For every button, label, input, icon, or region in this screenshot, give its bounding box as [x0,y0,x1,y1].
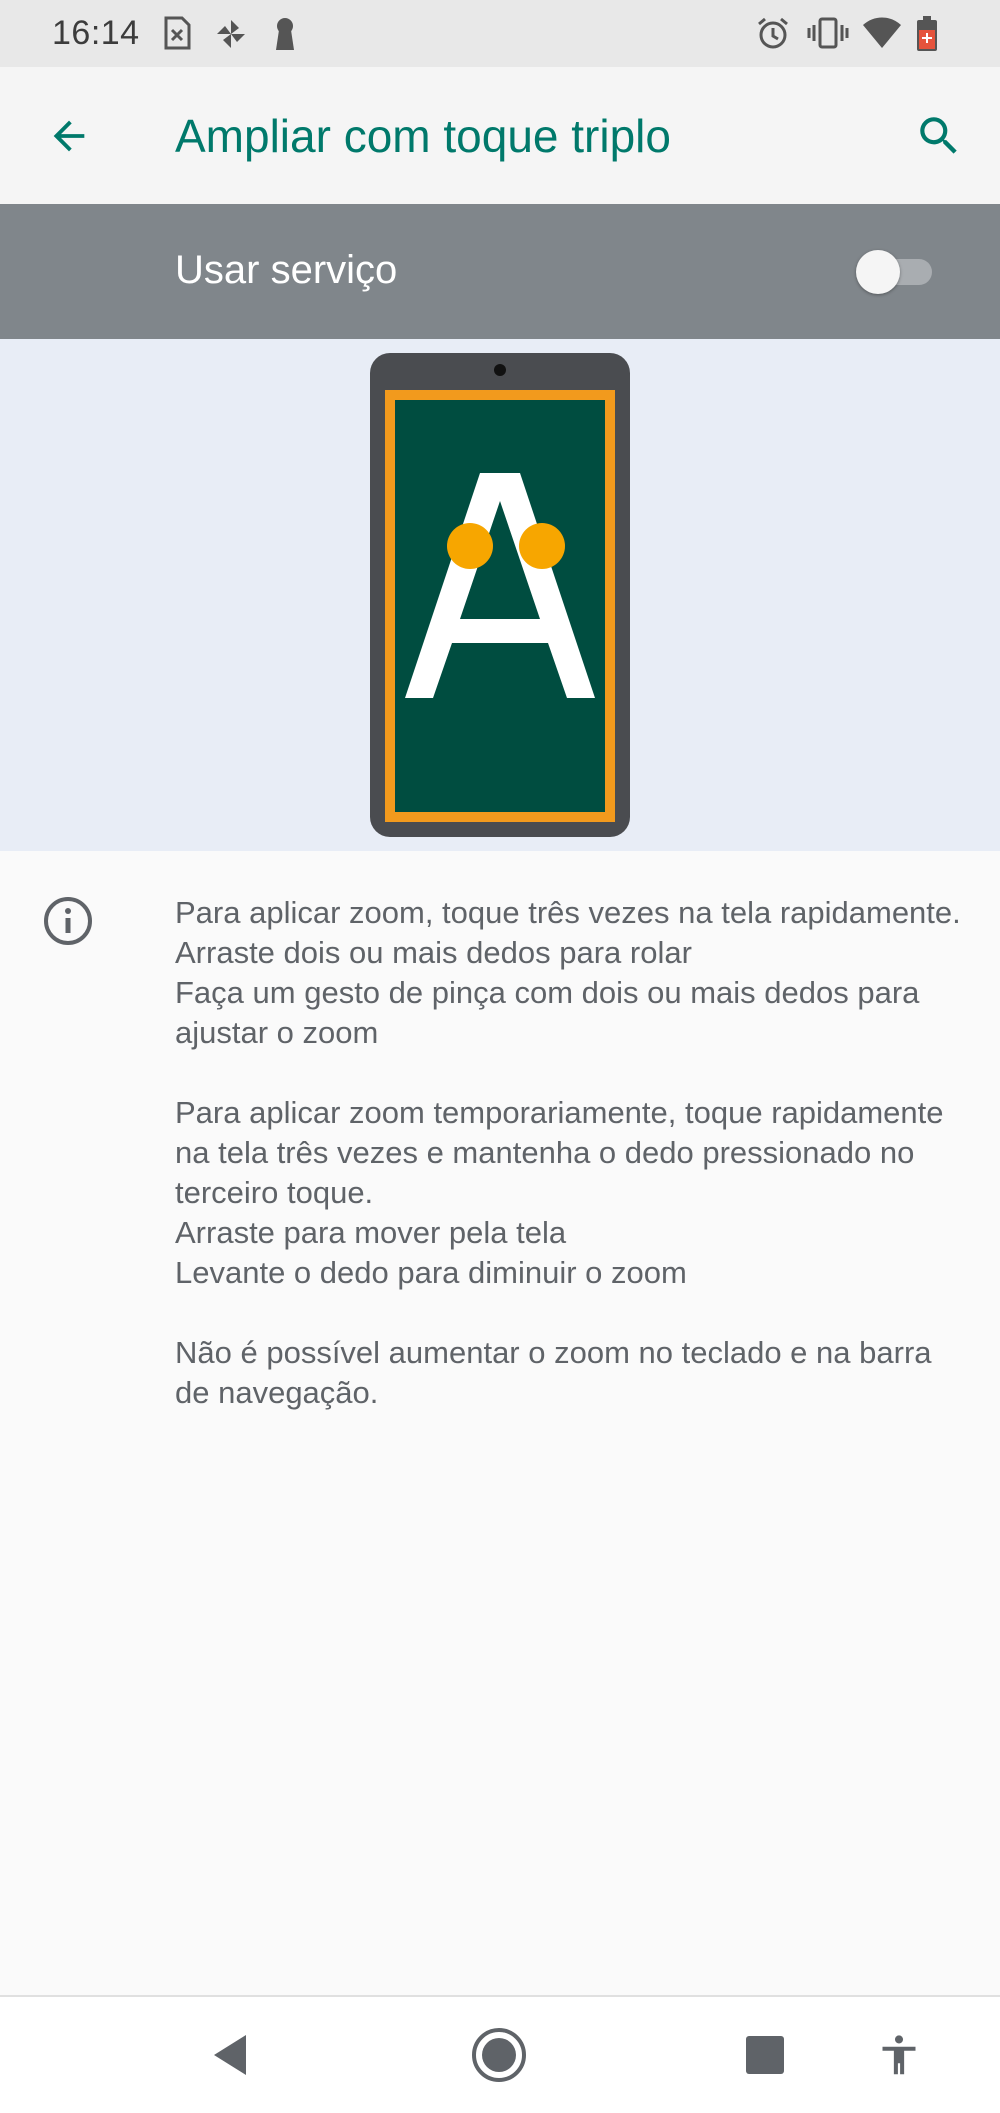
wifi-icon [862,16,902,55]
battery-icon [916,16,938,57]
instruction-line: Para aplicar zoom, toque três vezes na t… [175,895,961,930]
nav-home-button[interactable] [467,2023,531,2087]
instruction-paragraph: Para aplicar zoom temporariamente, toque… [175,1093,965,1293]
nav-accessibility-button[interactable] [867,2023,931,2087]
instruction-line: Arraste dois ou mais dedos para rolar [175,935,692,970]
instruction-line: Arraste para mover pela tela [175,1215,567,1250]
home-circle-icon [472,2028,526,2082]
pinwheel-icon [213,16,249,57]
toggle-thumb [856,250,900,294]
page-title: Ampliar com toque triplo [175,110,671,162]
navigation-bar [0,1995,1000,2113]
nav-back-button[interactable] [198,2023,262,2087]
app-bar: Ampliar com toque triplo [0,67,1000,204]
instruction-line: Levante o dedo para diminuir o zoom [175,1255,687,1290]
tap-dot-icon [447,523,493,569]
instruction-line: Faça um gesto de pinça com dois ou mais … [175,975,920,1050]
sim-icon [163,16,191,55]
accessibility-icon [882,2035,916,2075]
instructions-text: Para aplicar zoom, toque três vezes na t… [175,893,965,1453]
back-triangle-icon [214,2035,246,2075]
nav-recents-button[interactable] [733,2023,797,2087]
instruction-paragraph: Para aplicar zoom, toque três vezes na t… [175,893,965,1053]
instruction-line: Não é possível aumentar o zoom no teclad… [175,1335,932,1410]
recents-square-icon [746,2036,784,2074]
tap-dot-icon [519,523,565,569]
search-icon [920,117,957,154]
instruction-paragraph: Não é possível aumentar o zoom no teclad… [175,1333,965,1413]
alarm-icon [756,16,790,55]
keyhole-icon [272,16,298,57]
use-service-bar[interactable]: Usar serviço [0,204,1000,339]
vibrate-icon [806,16,850,55]
search-button[interactable] [904,101,974,171]
status-time: 16:14 [52,14,140,52]
info-icon [44,897,92,945]
back-button[interactable] [34,101,104,171]
use-service-label: Usar serviço [175,248,398,292]
instruction-line: Para aplicar zoom temporariamente, toque… [175,1095,944,1210]
status-bar: 16:14 [0,0,1000,67]
phone-illustration [370,353,630,837]
use-service-toggle[interactable] [856,250,936,294]
magnification-illustration [0,339,1000,851]
arrow-back-icon [53,120,85,152]
